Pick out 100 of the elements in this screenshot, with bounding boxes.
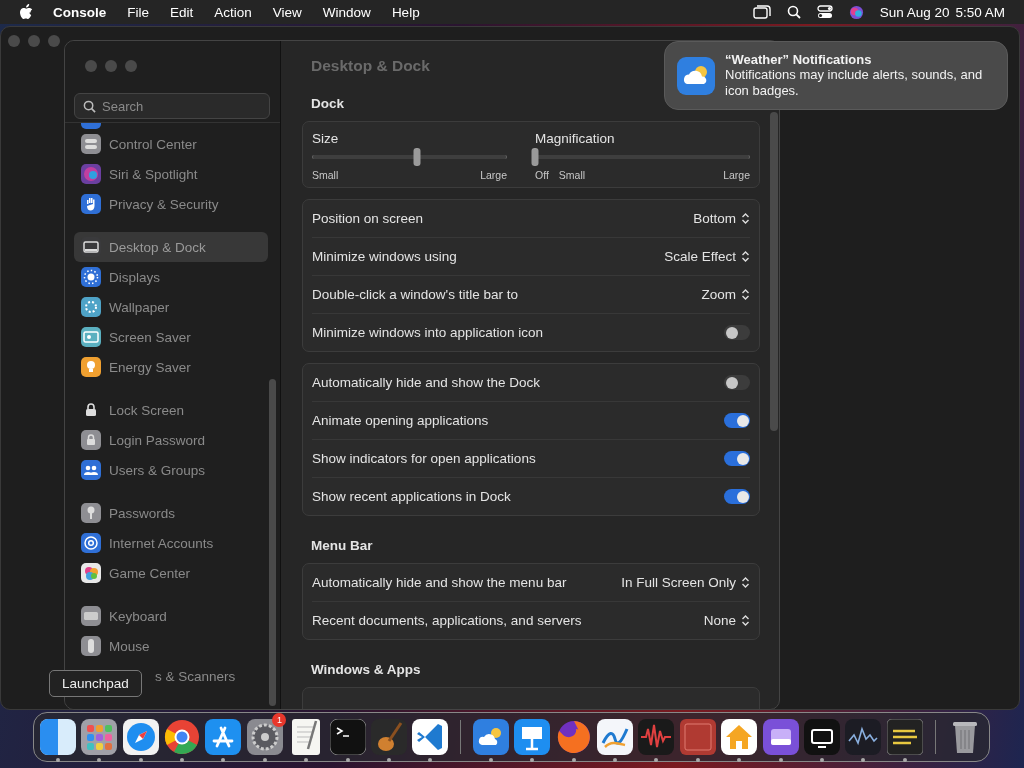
menu-item[interactable]: Edit bbox=[170, 4, 194, 20]
up-down-chevron-icon bbox=[741, 614, 750, 627]
app-grid-icon[interactable] bbox=[81, 719, 118, 755]
drive-icon[interactable] bbox=[762, 719, 799, 755]
section-heading: Windows & Apps bbox=[311, 662, 422, 677]
sidebar-item[interactable]: Lock Screen bbox=[74, 395, 268, 425]
search-icon[interactable] bbox=[786, 5, 801, 19]
menu-bar-date[interactable]: Sun Aug 20 bbox=[879, 4, 950, 20]
bulb-icon bbox=[81, 357, 101, 377]
up-down-chevron-icon bbox=[741, 576, 750, 589]
sidebar-item[interactable]: Users & Groups bbox=[74, 455, 268, 485]
sidebar-item[interactable]: Screen Saver bbox=[74, 322, 268, 352]
notification-text: Notifications may include alerts, sounds, and icon badges. bbox=[725, 67, 984, 99]
setting-label: Minimize windows using bbox=[312, 249, 457, 264]
squiggle-icon[interactable] bbox=[596, 719, 633, 755]
sidebar-item[interactable]: Desktop & Dock bbox=[74, 232, 268, 262]
popup-button[interactable]: None bbox=[703, 613, 750, 628]
bubbles-icon bbox=[81, 563, 101, 583]
flame-globe-icon[interactable] bbox=[555, 719, 592, 755]
menu-item[interactable]: Window bbox=[322, 4, 371, 20]
sidebar-item[interactable]: Passwords bbox=[74, 498, 268, 528]
sidebar-item[interactable]: Siri & Spotlight bbox=[74, 159, 268, 189]
section-heading: Dock bbox=[311, 96, 345, 111]
sidebar-item[interactable]: Energy Saver bbox=[74, 352, 268, 382]
people-icon bbox=[81, 460, 101, 480]
setting-label: Automatically hide and show the menu bar bbox=[312, 575, 567, 590]
sidebar-item[interactable]: Privacy & Security bbox=[74, 189, 268, 219]
menu-bar-clock[interactable]: 5:50 AM bbox=[955, 4, 1005, 20]
toggle-switch[interactable] bbox=[724, 375, 750, 390]
slider-min-label: Small bbox=[558, 169, 586, 181]
waveform-icon[interactable] bbox=[638, 719, 675, 755]
popup-button[interactable]: Zoom bbox=[701, 287, 750, 302]
orb-icon[interactable] bbox=[848, 4, 864, 20]
lectern-icon[interactable] bbox=[514, 719, 551, 755]
setting-label: Minimize windows into application icon bbox=[312, 325, 544, 340]
sidebar-item[interactable]: Login Password bbox=[74, 425, 268, 455]
sidebar-item[interactable]: Control Center bbox=[74, 129, 268, 159]
search-icon bbox=[83, 100, 96, 113]
help-menu[interactable]: Help bbox=[391, 4, 420, 20]
slider-max-label: Large bbox=[723, 169, 750, 181]
up-down-chevron-icon bbox=[741, 288, 750, 301]
toggle-switch[interactable] bbox=[724, 489, 750, 504]
toggle-switch[interactable] bbox=[724, 413, 750, 428]
ring-icon[interactable] bbox=[163, 719, 200, 755]
slider-max-label: Large bbox=[480, 169, 507, 181]
sidebar-item[interactable]: Wallpaper bbox=[74, 292, 268, 322]
scroll-bar[interactable] bbox=[770, 112, 778, 431]
screen-icon bbox=[81, 327, 101, 347]
split-square-icon[interactable] bbox=[39, 719, 76, 755]
flower-icon bbox=[81, 297, 101, 317]
popup-button[interactable]: Bottom bbox=[693, 211, 750, 226]
strokes-icon[interactable] bbox=[205, 719, 242, 755]
cloud-sun-icon[interactable] bbox=[472, 719, 509, 755]
guitar-icon[interactable] bbox=[370, 719, 407, 755]
slider-min-label: Small bbox=[312, 169, 339, 181]
windows-icon[interactable] bbox=[752, 5, 771, 19]
notification-badge: 1 bbox=[272, 713, 287, 727]
slider-label: Magnification bbox=[535, 131, 616, 146]
lock-icon bbox=[81, 430, 101, 450]
scroll-bar[interactable] bbox=[269, 379, 276, 706]
control-center-icon[interactable] bbox=[816, 5, 833, 19]
sidebar-item[interactable]: Displays bbox=[74, 262, 268, 292]
mouse-icon bbox=[81, 636, 101, 656]
ribbon-icon[interactable] bbox=[412, 719, 449, 755]
up-down-chevron-icon bbox=[741, 250, 750, 263]
setting-label: Automatically hide and show the Dock bbox=[312, 375, 541, 390]
sidebar-item[interactable]: Internet Accounts bbox=[74, 528, 268, 558]
terminal-icon[interactable] bbox=[329, 719, 366, 755]
sidebar-item[interactable]: Keyboard bbox=[74, 601, 268, 631]
slider[interactable] bbox=[312, 148, 507, 166]
menu-item[interactable]: View bbox=[272, 4, 302, 20]
setting-label: Show indicators for open applications bbox=[312, 451, 536, 466]
popup-button[interactable]: Scale Effect bbox=[664, 249, 750, 264]
orb-icon bbox=[81, 164, 101, 184]
menu-item[interactable]: File bbox=[127, 4, 150, 20]
settings-icon[interactable] bbox=[246, 719, 283, 755]
switches-icon bbox=[81, 134, 101, 154]
sidebar-item[interactable]: Mouse bbox=[74, 631, 268, 661]
app-menu[interactable]: Console bbox=[53, 4, 107, 20]
hand-icon bbox=[81, 194, 101, 214]
section-heading: Menu Bar bbox=[311, 538, 374, 553]
compass-icon[interactable] bbox=[122, 719, 159, 755]
menu-item[interactable]: Action bbox=[214, 4, 252, 20]
tv-icon[interactable] bbox=[804, 719, 840, 755]
search-field[interactable]: Search bbox=[74, 93, 270, 119]
key-icon bbox=[81, 503, 101, 523]
slider-min-label: Off bbox=[535, 169, 549, 181]
setting-label: Double-click a window's title bar to bbox=[312, 287, 518, 302]
popup-button[interactable]: In Full Screen Only bbox=[621, 575, 750, 590]
toggle-switch[interactable] bbox=[724, 325, 750, 340]
slider[interactable] bbox=[535, 148, 750, 166]
up-down-chevron-icon bbox=[741, 212, 750, 225]
setting-label: Position on screen bbox=[312, 211, 424, 226]
sidebar-item[interactable]: Game Center bbox=[74, 558, 268, 588]
slider-label: Size bbox=[312, 131, 340, 146]
notification-banner[interactable]: “Weather” Notifications Notifications may include alerts, sounds, and icon badges. bbox=[664, 41, 1008, 110]
toggle-switch[interactable] bbox=[724, 451, 750, 466]
log-icon[interactable] bbox=[886, 719, 923, 755]
apple-logo-icon[interactable] bbox=[19, 4, 33, 20]
house-icon[interactable] bbox=[721, 719, 758, 755]
